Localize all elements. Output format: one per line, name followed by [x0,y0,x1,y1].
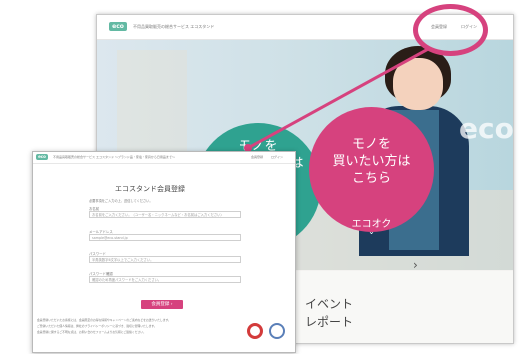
email-placeholder: sample@eco-stand.jp [92,236,128,240]
name-input[interactable]: お名前をご入力ください。（ユーザー名・ニックネームなど・お名前はご入力ください） [89,211,241,218]
password-confirm-placeholder: 確認のため再度パスワードをご入力ください。 [92,278,162,282]
footer-note-3: 会員登録に関するご不明な点は、お問い合わせフォームよりお気軽にご連絡ください。 [37,330,146,334]
form-intro: 必要事項をご入力の上、送信してください。 [89,199,153,203]
footer-note-2: ご登録いただいた個人情報は、弊社のプライバシーポリシーに基づき、適切に管理いたし… [37,324,157,328]
registration-header: eco 不用品買取販売の総合サービス エコスタンド ～ブランド品・家電・家具から… [33,152,295,164]
page-title: エコスタンド会員登録 [115,185,185,193]
registration-page-screenshot: eco 不用品買取販売の総合サービス エコスタンド ～ブランド品・家電・家具から… [32,151,296,353]
register-button[interactable]: 会員登録 › [141,300,183,309]
header-login-link[interactable]: ログイン [271,155,283,159]
header-description: 不用品買取販売の総合サービス エコスタンド ～ブランド品・家電・家具から日用品ま… [53,155,175,159]
security-seal-icon [247,323,263,339]
footer-note-1: 会員登録いただいたお客様には、会員限定のお得な情報やキャンペーンのご案内などをお… [37,318,171,322]
password-field[interactable]: 半角英数字6文字以上でご入力ください。 [89,256,241,263]
password-placeholder: 半角英数字6文字以上でご入力ください。 [92,258,154,262]
privacy-mark-icon [269,323,285,339]
name-placeholder: お名前をご入力ください。（ユーザー名・ニックネームなど・お名前はご入力ください） [92,213,224,217]
arrow-line [247,46,431,150]
header-register-link[interactable]: 会員登録 [251,155,263,159]
password-confirm-field[interactable]: 確認のため再度パスワードをご入力ください。 [89,276,241,283]
eco-logo[interactable]: eco [36,154,48,160]
email-field[interactable]: sample@eco-stand.jp [89,234,241,241]
registration-footer: 会員登録いただいたお客様には、会員限定のお得な情報やキャンペーンのご案内などをお… [33,314,295,352]
